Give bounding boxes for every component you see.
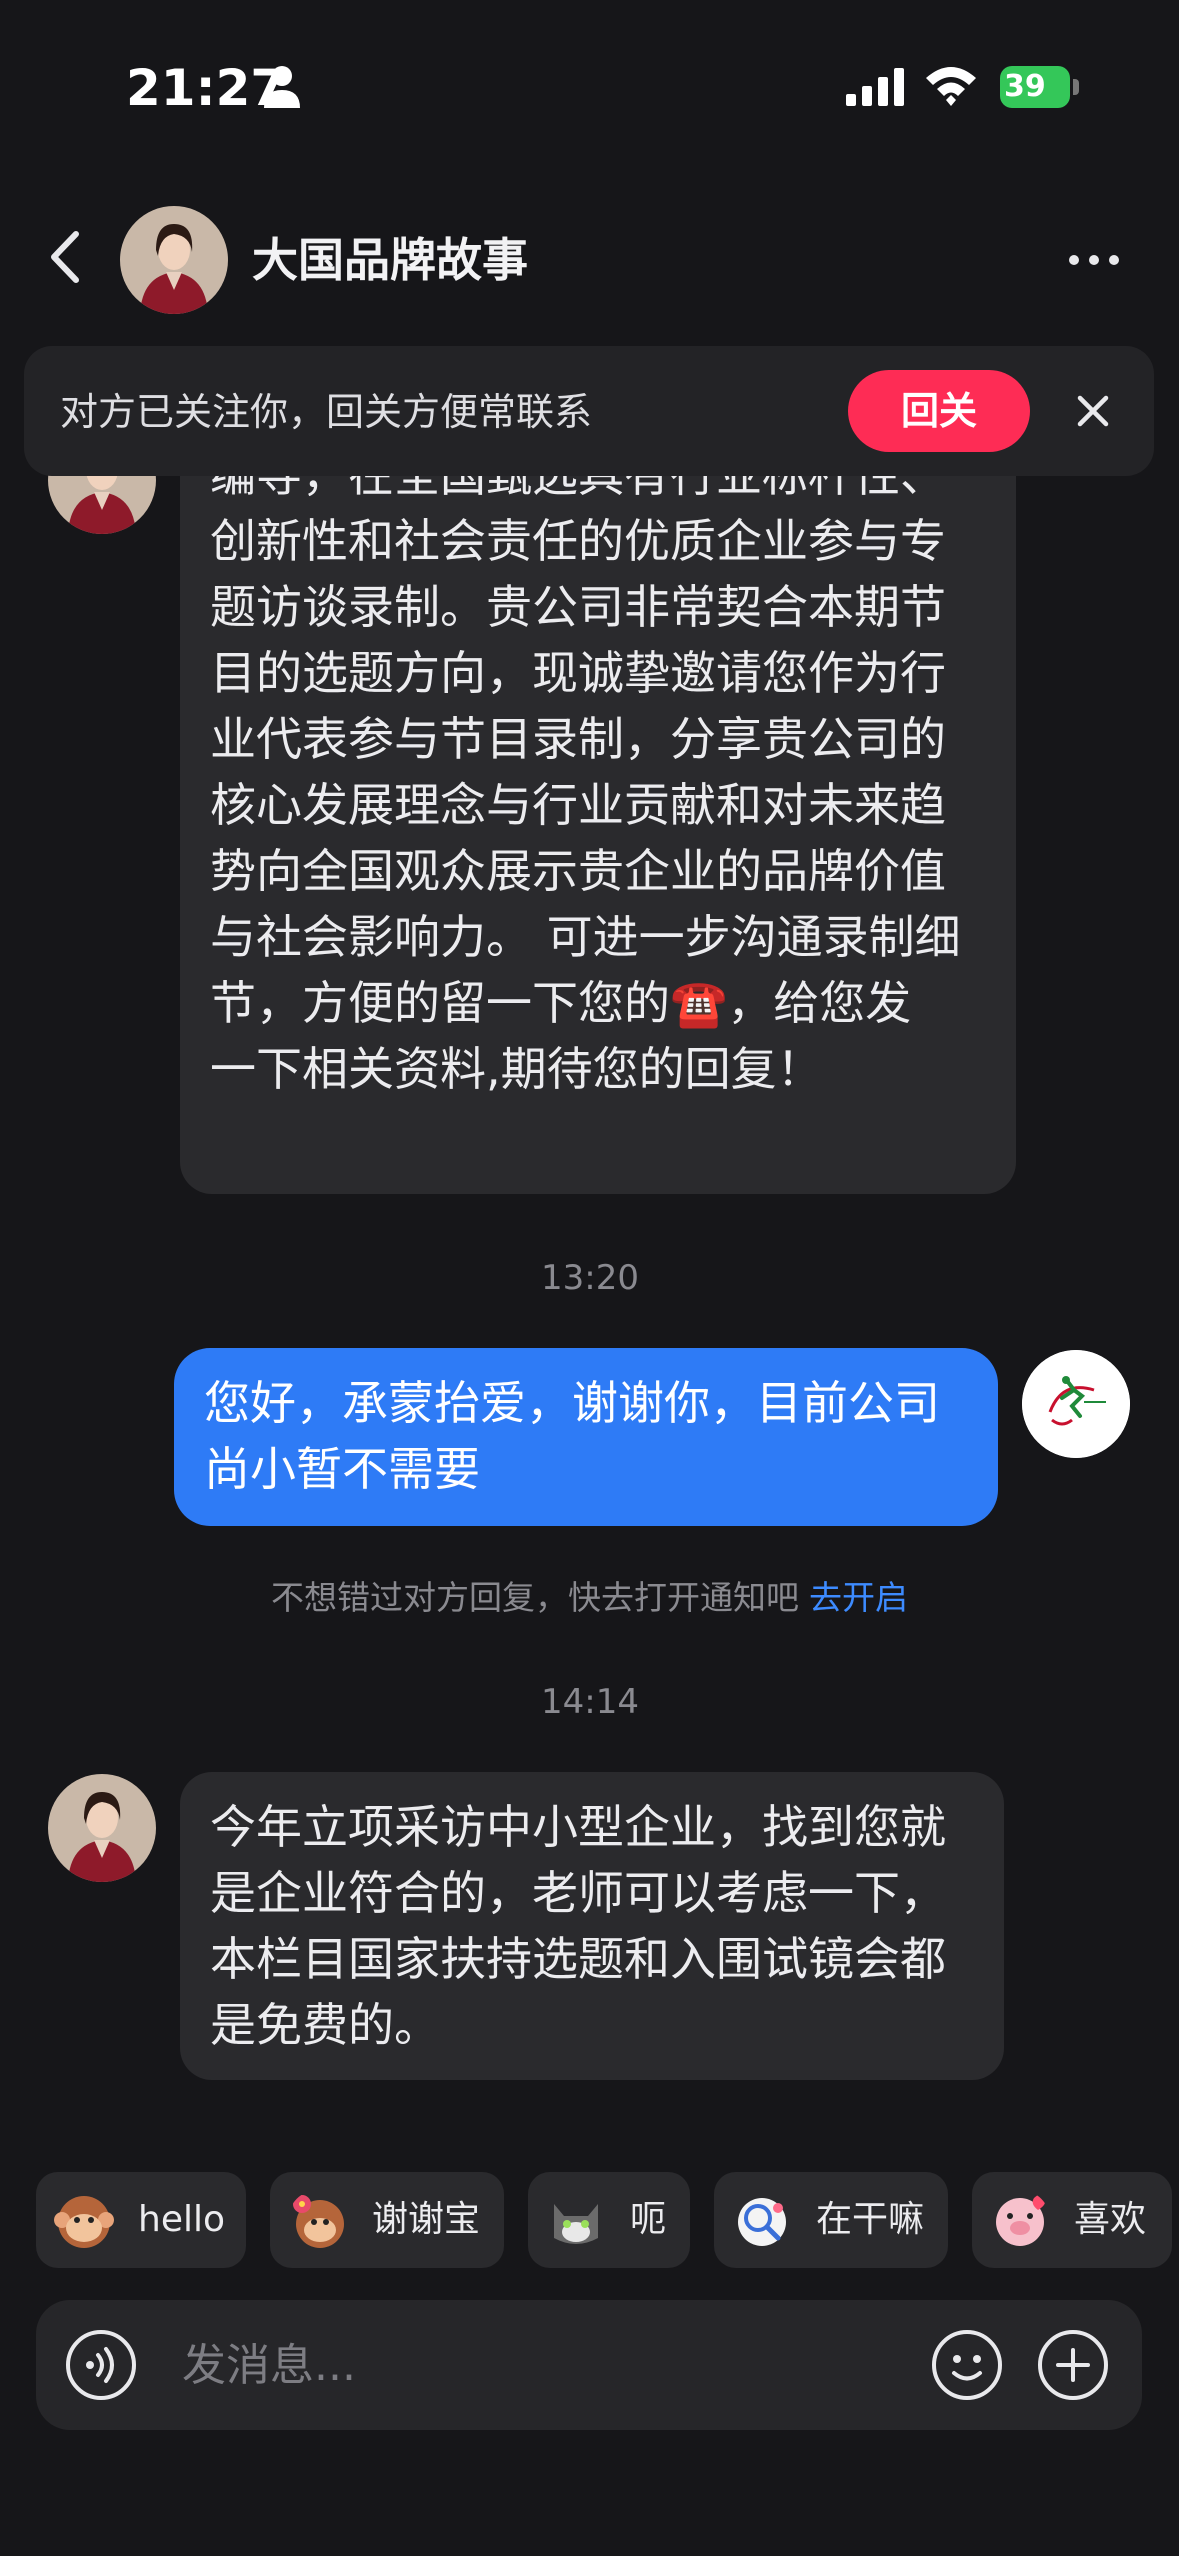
message-text: 您好，我是央媒对话访谈栏目组选题 编导，在全国甄选具有行业标杆性、 创新性和社会… xyxy=(210,430,961,1096)
message-timestamp: 13:20 xyxy=(541,1258,639,1298)
brand-logo-icon xyxy=(1022,1350,1130,1458)
enable-notifications-link[interactable]: 去开启 xyxy=(809,1578,908,1617)
quick-reply-hello[interactable]: hello xyxy=(36,2172,246,2268)
chat-title: 大国品牌故事 xyxy=(252,233,528,287)
follow-back-button[interactable]: 回关 xyxy=(848,370,1030,452)
quick-reply-label: 喜欢 xyxy=(1074,2199,1147,2240)
close-icon[interactable] xyxy=(1068,386,1118,436)
notification-tip: 不想错过对方回复，快去打开通知吧 去开启 xyxy=(0,1574,1179,1622)
sender-avatar[interactable] xyxy=(48,1774,156,1882)
magnifier-sticker-icon xyxy=(738,2198,786,2246)
battery-level: 39 xyxy=(1000,66,1070,108)
cat-sticker-icon xyxy=(554,2204,598,2244)
outgoing-message-bubble[interactable]: 您好，承蒙抬爱，谢谢你，目前公司 尚小暂不需要 xyxy=(174,1348,998,1526)
wifi-icon xyxy=(926,67,976,106)
notification-tip-text: 不想错过对方回复，快去打开通知吧 xyxy=(271,1578,799,1617)
quick-reply-thanks[interactable]: 谢谢宝 xyxy=(270,2172,504,2268)
avatar-portrait-icon xyxy=(120,206,228,314)
quick-reply-label: 在干嘛 xyxy=(816,2199,925,2240)
message-text: 今年立项采访中小型企业，找到您就 是企业符合的，老师可以考虑一下， 本栏目国家扶… xyxy=(210,1800,946,2052)
battery-cap xyxy=(1073,79,1079,95)
quick-reply-uh[interactable]: 呃 xyxy=(528,2172,690,2268)
voice-input-icon[interactable] xyxy=(64,2328,138,2402)
monkey-flower-sticker-icon xyxy=(293,2195,344,2248)
message-timestamp: 14:14 xyxy=(541,1682,639,1722)
cellular-signal-icon xyxy=(846,68,904,106)
more-options-button[interactable] xyxy=(1064,230,1124,290)
emoji-icon[interactable] xyxy=(930,2328,1004,2402)
message-composer xyxy=(36,2300,1142,2430)
monkey-sticker-icon xyxy=(54,2196,114,2248)
message-text: 您好，承蒙抬爱，谢谢你，目前公司 尚小暂不需要 xyxy=(204,1376,940,1496)
follow-back-banner: 对方已关注你，回关方便常联系 回关 xyxy=(24,346,1154,476)
plus-icon[interactable] xyxy=(1036,2328,1110,2402)
quick-reply-bar: hello 谢谢宝 呃 在干嘛 喜欢 xyxy=(0,2172,1179,2270)
message-input[interactable] xyxy=(182,2334,902,2396)
quick-reply-label: 谢谢宝 xyxy=(372,2199,481,2240)
incoming-message-bubble[interactable]: 今年立项采访中小型企业，找到您就 是企业符合的，老师可以考虑一下， 本栏目国家扶… xyxy=(180,1772,1004,2080)
incoming-message-bubble[interactable]: 您好，我是央媒对话访谈栏目组选题 编导，在全国甄选具有行业标杆性、 创新性和社会… xyxy=(180,430,1016,1194)
quick-reply-label: hello xyxy=(138,2199,225,2240)
back-button[interactable] xyxy=(40,222,90,292)
avatar-portrait-icon xyxy=(48,1774,156,1882)
person-icon xyxy=(264,66,300,108)
quick-reply-what-doing[interactable]: 在干嘛 xyxy=(714,2172,948,2268)
contact-avatar[interactable] xyxy=(120,206,228,314)
quick-reply-label: 呃 xyxy=(630,2199,667,2240)
quick-reply-like[interactable]: 喜欢 xyxy=(972,2172,1172,2268)
my-avatar[interactable] xyxy=(1022,1350,1130,1458)
pig-sticker-icon xyxy=(996,2195,1046,2246)
battery-indicator: 39 xyxy=(1000,66,1080,108)
follow-banner-text: 对方已关注你，回关方便常联系 xyxy=(60,390,593,434)
